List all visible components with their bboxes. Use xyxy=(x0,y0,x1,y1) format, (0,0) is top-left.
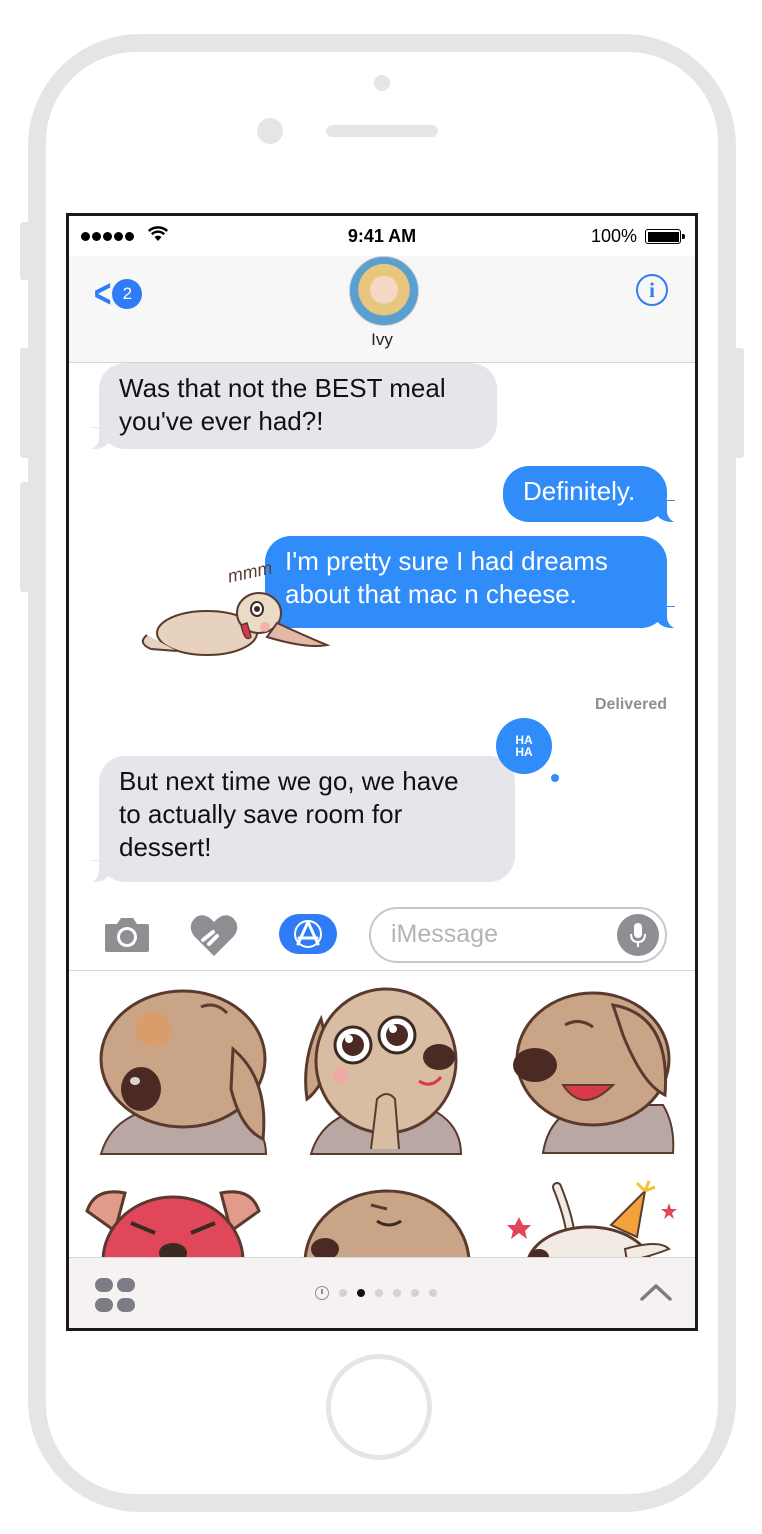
microphone-icon xyxy=(630,923,646,947)
sticker-dog-pleading[interactable] xyxy=(291,979,471,1159)
delivered-status: Delivered xyxy=(594,696,667,713)
message-text-line: dessert! xyxy=(119,832,212,862)
message-bubble[interactable]: Was that not the BEST meal you've ever h… xyxy=(85,363,497,450)
front-camera xyxy=(257,118,283,144)
page-dot[interactable] xyxy=(393,1289,401,1297)
sticker-caption: mmm xyxy=(226,558,274,587)
app-store-button[interactable] xyxy=(279,914,337,954)
app-drawer-footer xyxy=(69,1257,695,1328)
power-button xyxy=(734,348,744,458)
page-dot[interactable] xyxy=(375,1289,383,1297)
unread-count-badge: 2 xyxy=(112,279,143,309)
volume-up-button xyxy=(20,348,30,458)
message-input-field[interactable] xyxy=(369,907,667,963)
page-indicator[interactable] xyxy=(315,1286,437,1300)
dictation-button[interactable] xyxy=(617,914,659,956)
info-button[interactable]: i xyxy=(636,274,668,306)
message-text-line: Was that not the BEST meal xyxy=(119,373,446,403)
compose-bar xyxy=(69,904,695,971)
battery-icon xyxy=(645,229,685,244)
message-bubble[interactable]: Definitely. xyxy=(503,466,681,523)
recents-clock-icon[interactable] xyxy=(315,1286,329,1300)
message-text-line: you've ever had?! xyxy=(119,406,324,436)
chevron-up-icon[interactable] xyxy=(639,1282,673,1302)
sticker-dog-content[interactable] xyxy=(295,1177,475,1257)
app-drawer-icon[interactable] xyxy=(95,1278,139,1314)
screen: 9:41 AM 100% < 2 Ivy i Was that not the … xyxy=(66,213,698,1331)
sticker-bunny-party[interactable] xyxy=(499,1177,679,1257)
app-store-icon xyxy=(294,920,322,948)
sticker-dog-angry[interactable] xyxy=(85,1181,261,1257)
message-text-line: But next time we go, we have xyxy=(119,766,459,796)
message-text-line: about that mac n cheese. xyxy=(285,579,577,609)
sticker-pack-drawer xyxy=(69,971,695,1257)
tapback-tail xyxy=(551,774,559,782)
page-dot-active[interactable] xyxy=(357,1289,365,1297)
home-button[interactable] xyxy=(326,1354,432,1460)
digital-touch-heart-icon[interactable] xyxy=(189,912,239,958)
page-dot[interactable] xyxy=(411,1289,419,1297)
avatar[interactable] xyxy=(349,256,419,326)
haha-tapback[interactable]: HA HA xyxy=(496,718,552,774)
sticker-dog-sad[interactable] xyxy=(91,979,271,1159)
mute-switch xyxy=(20,222,30,280)
message-text-line: I'm pretty sure I had dreams xyxy=(285,546,608,576)
message-text-line: Definitely. xyxy=(523,476,636,506)
tapback-line: HA xyxy=(515,745,533,759)
message-bubble[interactable]: But next time we go, we have to actually… xyxy=(85,756,515,883)
chevron-left-icon: < xyxy=(93,272,112,316)
page-dot[interactable] xyxy=(429,1289,437,1297)
message-text-line: to actually save room for xyxy=(119,799,403,829)
volume-down-button xyxy=(20,482,30,592)
message-input[interactable] xyxy=(389,919,613,950)
battery-percentage: 100% xyxy=(590,226,637,246)
conversation-header: < 2 Ivy i xyxy=(69,256,695,363)
contact-name[interactable]: Ivy xyxy=(69,330,695,350)
back-button[interactable]: < 2 xyxy=(91,272,143,316)
sticker-dog-laughing[interactable] xyxy=(493,975,679,1157)
page-dot[interactable] xyxy=(339,1289,347,1297)
tapback-text: HA HA xyxy=(515,734,532,758)
earpiece-speaker xyxy=(326,125,438,137)
proximity-sensor xyxy=(374,75,390,91)
status-bar: 9:41 AM 100% xyxy=(69,216,695,256)
camera-icon[interactable] xyxy=(103,914,151,954)
